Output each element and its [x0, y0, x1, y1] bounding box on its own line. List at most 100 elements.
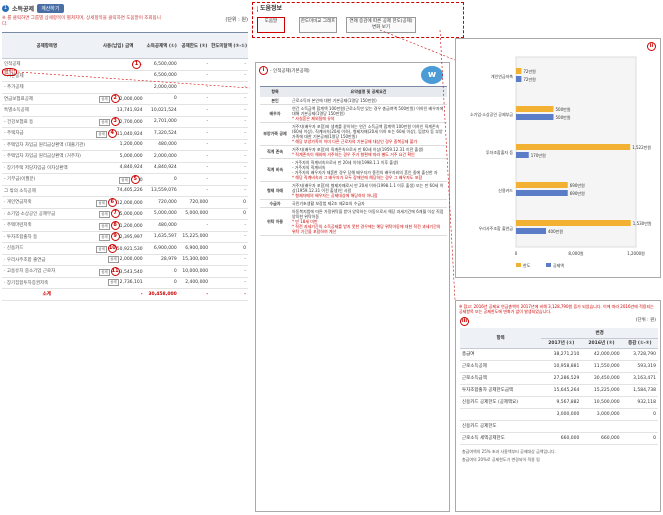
amount-cell: 상세 2 2,000,000	[91, 93, 145, 105]
value-cell: 0	[210, 208, 248, 220]
deduction-row[interactable]: · 우리사주조합 출연금 상세 2,000,000 28,979 15,300,000 -	[2, 254, 248, 266]
marker-number: 5	[130, 174, 140, 184]
deduction-row[interactable]: · 개인연금저축 상세 6 12,000,000 720,000 720,000 0	[2, 196, 248, 209]
row-name-cell: · 개인연금저축	[2, 196, 92, 209]
detail-button[interactable]: 상세	[99, 234, 110, 242]
x-tick-label: 8,000원	[568, 250, 583, 256]
detail-button[interactable]: 상세	[99, 268, 110, 276]
value: -	[244, 61, 246, 67]
legend-label: 한도	[523, 262, 531, 268]
value: -	[244, 257, 246, 263]
total-cell: -	[178, 288, 211, 301]
change-table-top: iii (단위 : 원)	[456, 317, 660, 326]
used-amount: 74,405,226	[116, 188, 143, 194]
value-cell: 480,000	[144, 219, 179, 232]
tab-limit-graph[interactable]: 한도미비교 그래프	[299, 17, 337, 33]
deduction-row[interactable]: - 기부금(이월분) 상세 5 0 0- -	[2, 173, 248, 186]
deduction-row[interactable]: · 주택임차 차입금 원리금상환액 (대출기관) 1,200,000 480,000…	[2, 139, 248, 151]
deduction-row[interactable]: 특별소득공제 13,741,924 10,021,524 - -	[2, 104, 248, 117]
used-amount: 5,000,000	[119, 212, 143, 218]
calculate-button[interactable]: 계산하기	[37, 3, 64, 13]
value-cell: 6,900,000	[144, 242, 179, 255]
deduction-row[interactable]: · 주택임차 차입금 원리금상환액 (거주자) 5,000,000 2,000,00…	[2, 150, 248, 163]
limit-chart-panel: ii 개인연금저축 72만원 72만원 소기업·소상공인 공제부금 500만원 500만원…	[455, 38, 661, 278]
roman-marker: ii	[647, 42, 656, 51]
group-header: 변경	[541, 328, 658, 339]
deduction-table: 공제항목명 사용(납입) 금액 소득공제액 (①) 공제한도 (②) 한도미달액 (②-…	[2, 32, 248, 301]
detail-button[interactable]: 상세	[96, 199, 107, 207]
used-amount: 2,395,997	[119, 235, 143, 241]
value: -	[244, 96, 246, 102]
value-cell: -	[178, 139, 211, 151]
value: -	[244, 107, 246, 113]
deduction-row[interactable]: - 기본공제 6,500,000- -	[2, 70, 248, 82]
item-desc: 아동복지법에 따른 가정위탁을 받아 양육하는 아동으로서 해당 과세기간에 6…	[292, 208, 444, 219]
deduction-row[interactable]: - 건강보험료 등 상세 3 2,700,000 2,701,000 - -	[2, 116, 248, 128]
detail-button[interactable]: 상세	[119, 176, 130, 184]
value-cell: -	[210, 116, 248, 128]
detail-button[interactable]: 상세	[96, 130, 107, 138]
value-cell: 0	[144, 93, 179, 105]
change-value: 3,000,000	[541, 408, 582, 421]
value: -	[244, 153, 246, 159]
amount-cell: 상세 2,000,000	[91, 254, 145, 266]
detail-button[interactable]: 상세	[108, 256, 119, 264]
roman-marker: iii	[460, 317, 469, 326]
deduction-row[interactable]: · 장기집합투자증권저축 상세 2,736,101 0 2,400,000 -	[2, 277, 248, 289]
value-cell: -	[178, 162, 211, 174]
tab-help[interactable]: 도움말	[257, 17, 285, 33]
change-row: 신용카드 공제한도	[460, 420, 658, 433]
item-warning: * 만 18세 미만 * 직전 과세기간의 소득공제를 받지 못한 경우에는 해…	[292, 218, 441, 234]
value-cell: 2,000,000	[144, 81, 179, 94]
row-name: · 신용카드	[4, 246, 24, 252]
total-cell: 30,458,000	[144, 288, 179, 301]
explanation-row: 직계 비속 - 거주자의 직계비속으로서 만 20세 이하(1998.1.1 이후…	[260, 158, 447, 182]
detail-button[interactable]: 상세	[99, 119, 110, 127]
deduction-row[interactable]: · 신용카드 상세 1050,921,530 6,900,000 6,900,000 0	[2, 242, 248, 255]
row-name: - 주택자금	[4, 131, 24, 137]
row-name: · 주택임차 차입금 원리금상환액 (거주자)	[4, 154, 81, 160]
tab-change-view[interactable]: 연례 증감에 따른 공제 한도(공제) 변화 보기	[346, 17, 416, 33]
deduction-row[interactable]: · 주택마련저축 상세 8 1,200,000 480,000 - -	[2, 219, 248, 232]
col-header: 소득공제액 (①)	[144, 32, 179, 59]
deduction-row[interactable]: · 투자조합출자 등 상세 9 2,395,997 1,635,597 15,225,00…	[2, 231, 248, 243]
item-label: 직계 비속	[260, 158, 290, 182]
change-row: 근로소득 세액공제한도 660,000 660,000 0	[460, 432, 658, 445]
change-value: 30,450,000	[581, 372, 622, 385]
deduction-row[interactable]: 그 밖의 소득공제 74,405,226 13,559,076 - -	[2, 185, 248, 197]
detail-button[interactable]: 상세	[96, 245, 107, 253]
change-label: 신용카드 공제한도 (공제액요)	[460, 396, 542, 409]
used-amount: 2,736,101	[119, 280, 143, 286]
row-name: - 건강보험료 등	[4, 119, 34, 125]
explanation-table: 항목 요약설명 및 공제요건 본인 근로소득자 본인에 대한 기본공제(1명당 1…	[260, 86, 447, 236]
item-desc-cell: 연간 소득금액 합계액 100만원(근로소득만 있는 경우 총급여액 500만원…	[290, 104, 447, 123]
plot-area	[515, 56, 637, 248]
unit-label: (단위 : 원)	[635, 318, 656, 323]
click-callout: 클릭!	[2, 68, 18, 76]
total-row: 소계 -30,458,000- -	[2, 288, 248, 301]
value: -	[244, 119, 246, 125]
deduction-row[interactable]: 연금보험료공제 상세 2 2,000,000 0 - -	[2, 93, 248, 105]
value: -	[206, 153, 209, 159]
value-cell: -	[210, 81, 248, 94]
detail-button[interactable]: 상세	[99, 222, 110, 230]
value: -	[206, 165, 209, 171]
row-name-cell: - 건강보험료 등	[2, 116, 92, 128]
deduction-row[interactable]: - 주택자금 상세 4 11,040,924 7,320,524 - -	[2, 127, 248, 140]
row-name: 연금보험료공제	[4, 96, 33, 102]
deduction-row[interactable]: 인적공제 1-6,500,000- -	[2, 58, 248, 71]
row-name: - 기부금(이월분)	[4, 177, 36, 183]
value: 0	[173, 176, 177, 182]
bar-label: 1,522만원	[632, 144, 651, 150]
detail-button[interactable]: 상세	[99, 211, 110, 219]
detail-button[interactable]: 상세	[108, 279, 119, 287]
value: -	[244, 142, 246, 148]
deduction-row[interactable]: · 장기주택 저당차입금 이자상환액 4,840,924 4,840,924 - -	[2, 162, 248, 174]
amount-cell: 5,000,000	[91, 150, 145, 163]
item-label: 형제 자매	[260, 181, 290, 200]
item-desc: 거주자(배우자 포함)와 생계를 같이하는 연간 소득금액 합계액 100만원 …	[292, 123, 443, 139]
deduction-row[interactable]: · 고용유지 중소기업 근로자 상세 113,543,540 0 10,000,000 -	[2, 265, 248, 278]
deduction-row[interactable]: - 추가공제 2,000,000 - -	[2, 81, 248, 94]
detail-button[interactable]: 상세	[99, 96, 110, 104]
deduction-row[interactable]: · 소기업·소상공인 공제부금 상세 7 5,000,000 5,000,000 5,00…	[2, 208, 248, 220]
